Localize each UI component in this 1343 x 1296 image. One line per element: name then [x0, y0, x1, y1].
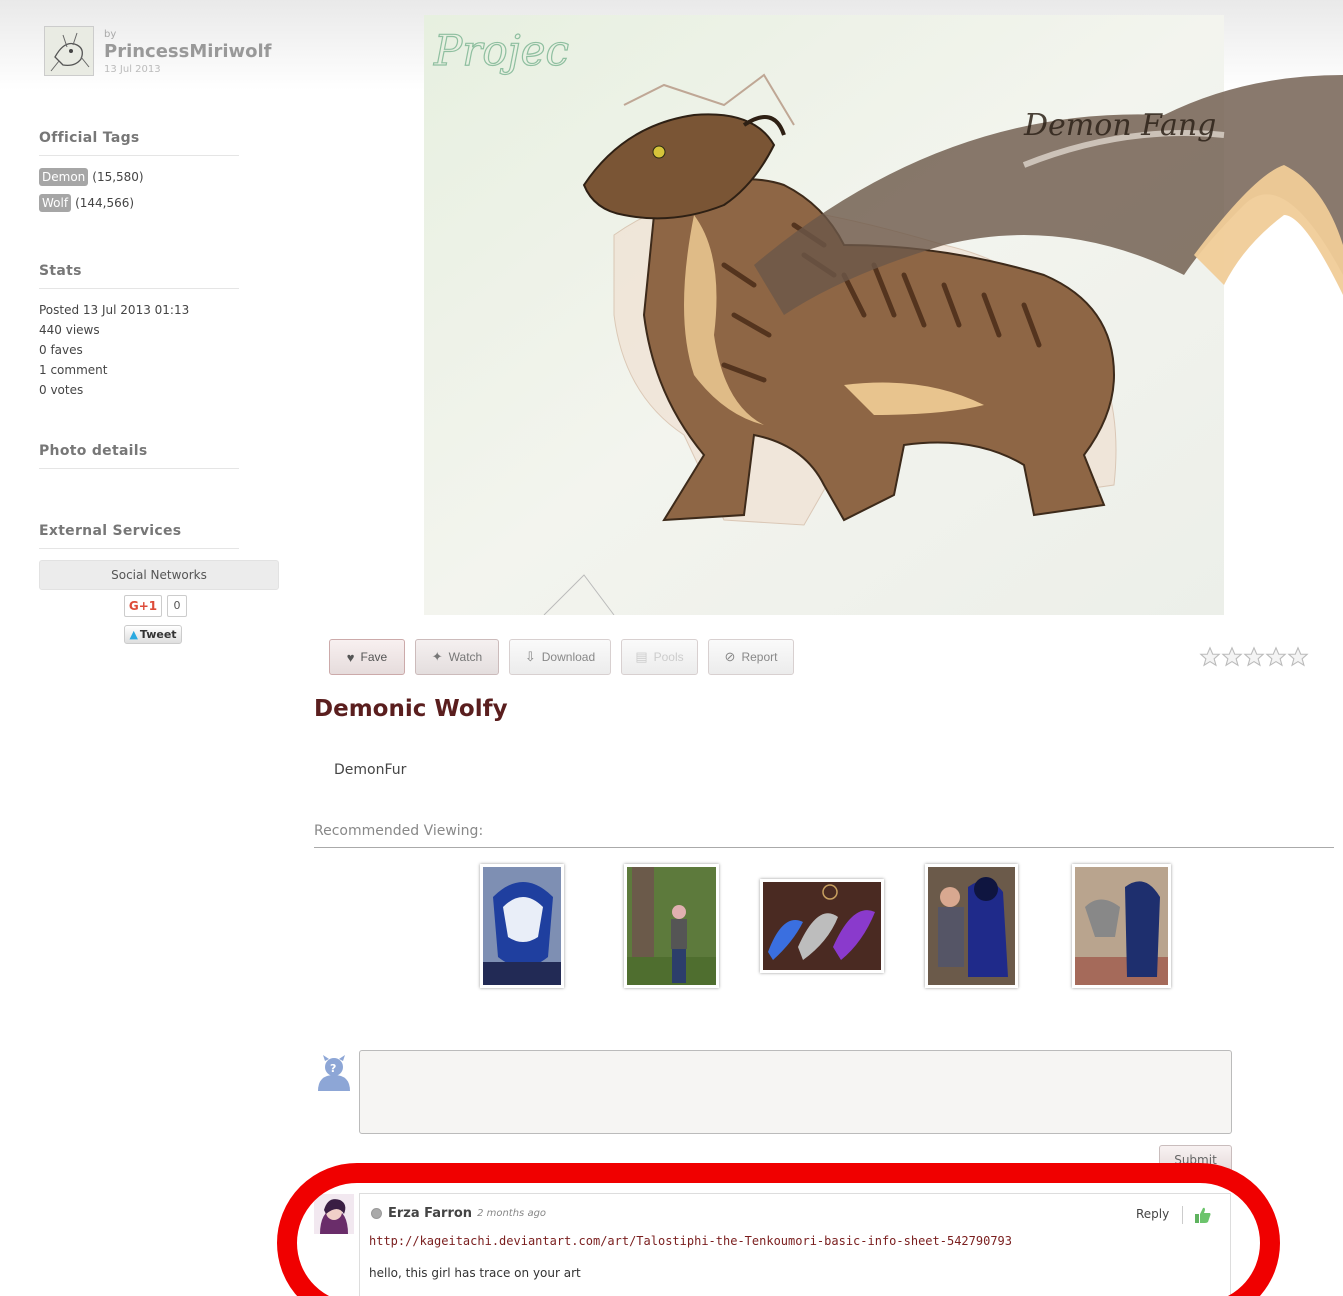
comment-author[interactable]: Erza Farron: [388, 1206, 472, 1221]
report-button[interactable]: ⊘ Report: [708, 639, 794, 675]
star-icon[interactable]: [1265, 645, 1287, 669]
stats-title: Stats: [39, 263, 239, 289]
download-icon: ⇩: [524, 649, 536, 664]
fave-button[interactable]: ♥ Fave: [329, 639, 405, 675]
comment-text: hello, this girl has trace on your art: [369, 1266, 581, 1280]
report-label: Report: [741, 650, 778, 664]
submit-button[interactable]: Submit: [1159, 1145, 1232, 1175]
heart-icon: ♥: [346, 649, 355, 665]
star-icon[interactable]: [1199, 645, 1221, 669]
fave-label: Fave: [360, 650, 388, 664]
social-networks-toggle[interactable]: Social Networks: [39, 560, 279, 590]
star-icon[interactable]: [1221, 645, 1243, 669]
gplus-button[interactable]: G+1: [124, 595, 162, 617]
gplus-widget: G+1 0: [124, 595, 187, 617]
stat-comments: 1 comment: [39, 363, 108, 377]
tag-wolf[interactable]: Wolf: [39, 194, 72, 212]
author-date: 13 Jul 2013: [104, 64, 161, 75]
submission-title: Demonic Wolfy: [314, 696, 508, 722]
twitter-bird-icon: ▲: [129, 628, 138, 641]
tag-count: (144,566): [75, 196, 135, 210]
recommended-thumbnail[interactable]: [925, 864, 1018, 988]
stat-views: 440 views: [39, 323, 100, 337]
comment-textarea[interactable]: [359, 1050, 1232, 1134]
watch-button[interactable]: ✦ Watch: [415, 639, 499, 675]
recommended-thumbnail[interactable]: [624, 864, 719, 988]
external-services-title: External Services: [39, 523, 239, 549]
comment-link[interactable]: http://kageitachi.deviantart.com/art/Tal…: [369, 1234, 1012, 1248]
pools-button[interactable]: ▤ Pools: [621, 639, 698, 675]
download-button[interactable]: ⇩ Download: [509, 639, 611, 675]
photo-details-title[interactable]: Photo details: [39, 443, 239, 469]
star-icon[interactable]: [1243, 645, 1265, 669]
action-bar: ♥ Fave ✦ Watch ⇩ Download ▤ Pools ⊘ Repo…: [329, 639, 804, 675]
paw-icon: ✦: [431, 649, 443, 664]
recommended-title: Recommended Viewing:: [314, 823, 1334, 848]
gplus-count: 0: [167, 595, 187, 617]
recommended-thumbnail[interactable]: [1072, 864, 1171, 988]
comment-header: Erza Farron 2 months ago: [371, 1206, 546, 1221]
author-name[interactable]: PrincessMiriwolf: [104, 41, 271, 63]
stats-section: Stats Posted 13 Jul 2013 01:13 440 views…: [39, 263, 239, 400]
official-tags-title: Official Tags: [39, 130, 239, 156]
author-block: by PrincessMiriwolf 13 Jul 2013: [44, 26, 271, 77]
tag-row: Wolf (144,566): [39, 193, 239, 213]
official-tags-section: Official Tags Demon (15,580) Wolf (144,5…: [39, 130, 239, 219]
rating-stars: [1199, 645, 1309, 669]
submission-description: DemonFur: [334, 762, 407, 778]
recommended-thumbnail[interactable]: [760, 879, 884, 973]
stat-posted: Posted 13 Jul 2013 01:13: [39, 303, 190, 317]
tweet-button[interactable]: ▲ Tweet: [124, 625, 182, 644]
watch-label: Watch: [448, 650, 483, 664]
tag-demon[interactable]: Demon: [39, 168, 89, 186]
pools-icon: ▤: [635, 649, 648, 664]
pools-label: Pools: [653, 650, 684, 664]
tweet-label: Tweet: [139, 628, 177, 641]
photo-details-section: Photo details: [39, 443, 239, 480]
comment-time: 2 months ago: [477, 1208, 547, 1219]
svg-text:?: ?: [330, 1062, 336, 1075]
external-services-section: External Services: [39, 523, 239, 560]
download-label: Download: [541, 650, 596, 664]
anonymous-avatar-icon: ?: [318, 1055, 350, 1091]
star-icon[interactable]: [1287, 645, 1309, 669]
commenter-avatar[interactable]: [314, 1194, 354, 1234]
stat-votes: 0 votes: [39, 383, 84, 397]
reply-link[interactable]: Reply: [1136, 1207, 1169, 1221]
divider: [1182, 1206, 1183, 1224]
artwork-image[interactable]: Projec: [424, 15, 1224, 615]
tag-count: (15,580): [92, 170, 144, 184]
recommended-thumbnail[interactable]: [480, 864, 564, 988]
author-avatar[interactable]: [44, 26, 94, 76]
thumbs-up-icon[interactable]: [1194, 1206, 1212, 1224]
comment-card: Erza Farron 2 months ago Reply http://ka…: [359, 1193, 1231, 1296]
stat-faves: 0 faves: [39, 343, 83, 357]
handwriting-top: Projec: [433, 26, 569, 75]
report-icon: ⊘: [724, 649, 736, 664]
status-dot-icon: [371, 1208, 382, 1219]
author-by-label: by: [104, 29, 117, 40]
tag-row: Demon (15,580): [39, 167, 239, 187]
